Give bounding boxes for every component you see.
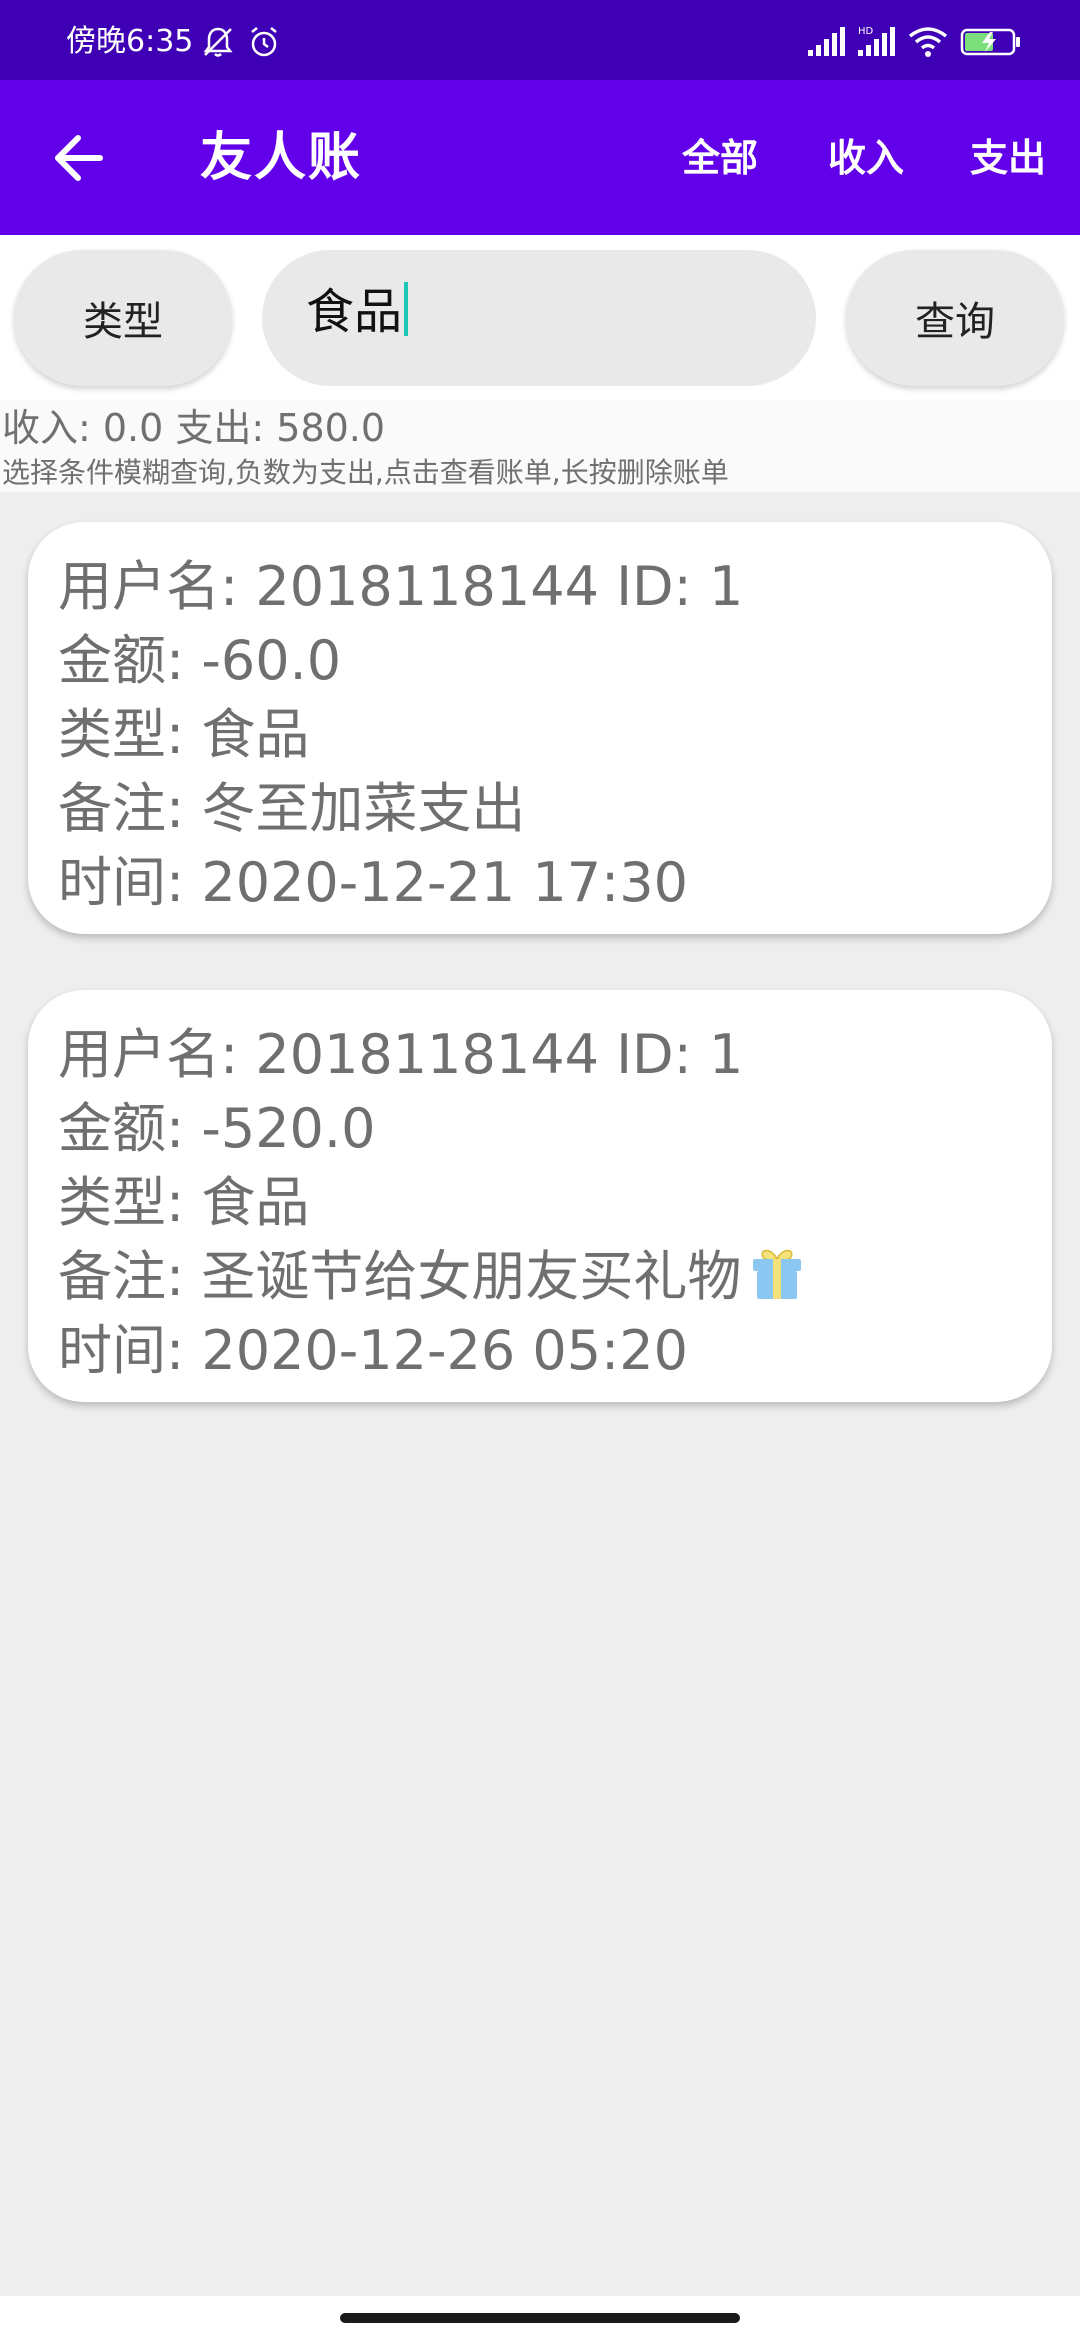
record-amount: 金额: -60.0 <box>58 629 342 692</box>
battery-charging-icon <box>960 24 1024 60</box>
back-button[interactable] <box>40 120 116 196</box>
gift-icon <box>747 1243 807 1303</box>
record-note: 备注: 冬至加菜支出 <box>58 777 526 840</box>
signal-icon <box>806 24 846 60</box>
filter-expense-button[interactable]: 支出 <box>964 130 1052 186</box>
record-type: 类型: 食品 <box>58 1171 310 1234</box>
hd-signal-icon: HD <box>856 24 896 60</box>
alarm-icon <box>246 24 286 60</box>
query-button[interactable]: 查询 <box>846 250 1064 386</box>
summary-panel: 收入: 0.0 支出: 580.0 选择条件模糊查询,负数为支出,点击查看账单,… <box>0 400 1080 492</box>
svg-text:HD: HD <box>858 26 874 37</box>
app-bar: 友人账 全部 收入 支出 <box>0 80 1080 235</box>
bell-off-icon <box>200 24 240 60</box>
search-row: 类型 食品 查询 <box>0 235 1080 400</box>
arrow-left-icon <box>55 135 103 181</box>
type-button[interactable]: 类型 <box>14 250 232 386</box>
status-time: 傍晚6:35 <box>66 24 194 59</box>
record-amount: 金额: -520.0 <box>58 1097 376 1160</box>
status-bar: 傍晚6:35 HD <box>0 0 1080 80</box>
home-indicator[interactable] <box>340 2313 740 2323</box>
text-caret <box>404 282 409 336</box>
page-title: 友人账 <box>200 128 363 188</box>
record-time: 时间: 2020-12-26 05:20 <box>58 1319 688 1382</box>
search-input-value: 食品 <box>306 282 409 342</box>
search-input[interactable]: 食品 <box>262 250 816 386</box>
record-user: 用户名: 2018118144 ID: 1 <box>58 1023 744 1086</box>
record-type: 类型: 食品 <box>58 703 310 766</box>
record-user: 用户名: 2018118144 ID: 1 <box>58 555 744 618</box>
record-note: 备注: 圣诞节给女朋友买礼物 <box>58 1242 807 1312</box>
record-card[interactable]: 用户名: 2018118144 ID: 1 金额: -520.0 类型: 食品 … <box>28 990 1052 1402</box>
hint-text: 选择条件模糊查询,负数为支出,点击查看账单,长按删除账单 <box>2 456 729 489</box>
filter-income-button[interactable]: 收入 <box>822 130 910 186</box>
record-time: 时间: 2020-12-21 17:30 <box>58 851 688 914</box>
filter-all-button[interactable]: 全部 <box>676 130 764 186</box>
record-note-text: 备注: 圣诞节给女朋友买礼物 <box>58 1245 742 1308</box>
totals-text: 收入: 0.0 支出: 580.0 <box>2 406 386 450</box>
record-card[interactable]: 用户名: 2018118144 ID: 1 金额: -60.0 类型: 食品 备… <box>28 522 1052 934</box>
wifi-icon <box>908 24 948 60</box>
